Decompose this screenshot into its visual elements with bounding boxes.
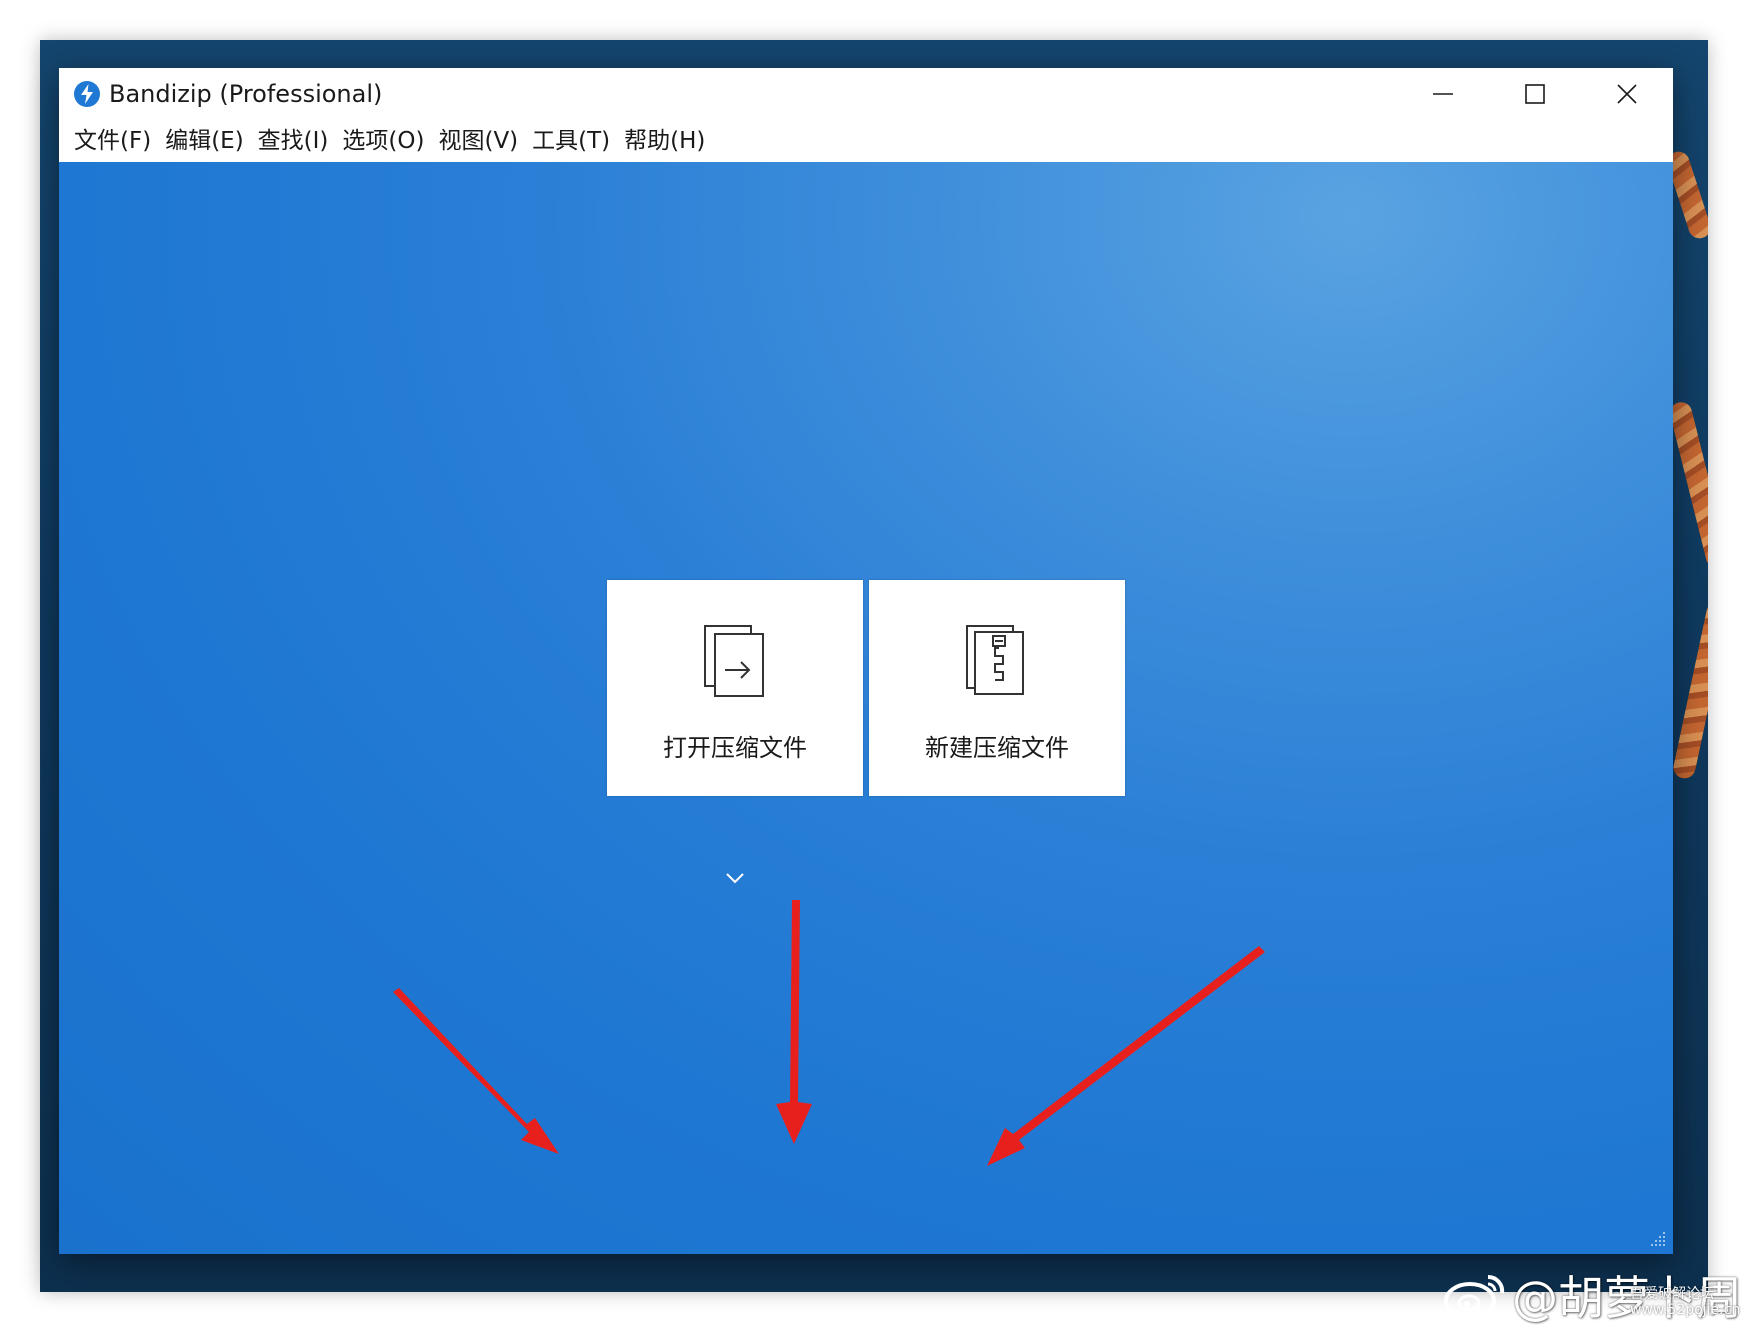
maximize-icon xyxy=(1525,84,1545,104)
red-arrow-icon xyxy=(393,900,1265,1166)
weibo-logo-icon xyxy=(1444,1274,1505,1320)
coral-decoration xyxy=(1671,599,1708,781)
site-watermark-name: 吾爱破解论坛 xyxy=(1630,1286,1714,1302)
menu-find[interactable]: 查找(I) xyxy=(251,123,336,159)
minimize-button[interactable] xyxy=(1397,68,1489,120)
minimize-icon xyxy=(1433,93,1453,95)
menu-options[interactable]: 选项(O) xyxy=(335,123,431,159)
site-watermark-url: www.52pojie.cn xyxy=(1630,1302,1741,1318)
window-title: Bandizip (Professional) xyxy=(109,80,383,108)
menu-bar: 文件(F) 编辑(E) 查找(I) 选项(O) 视图(V) 工具(T) 帮助(H… xyxy=(59,120,1673,162)
bandizip-logo-icon xyxy=(74,81,100,107)
close-icon xyxy=(1617,84,1637,104)
menu-help[interactable]: 帮助(H) xyxy=(617,123,712,159)
screenshot-page: Bandizip (Professional) 文件(F) 编辑(E) 查找(I… xyxy=(0,0,1748,1332)
close-button[interactable] xyxy=(1581,68,1673,120)
menu-view[interactable]: 视图(V) xyxy=(431,123,525,159)
site-watermark: 吾爱破解论坛 www.52pojie.cn xyxy=(1630,1286,1740,1318)
title-bar[interactable]: Bandizip (Professional) xyxy=(59,68,1673,120)
menu-tools[interactable]: 工具(T) xyxy=(525,123,617,159)
menu-edit[interactable]: 编辑(E) xyxy=(158,123,250,159)
coral-decoration xyxy=(1667,399,1708,571)
main-content-area: 打开压缩文件 新建压缩文件 xyxy=(59,162,1673,1254)
menu-file[interactable]: 文件(F) xyxy=(67,123,158,159)
maximize-button[interactable] xyxy=(1489,68,1581,120)
resize-grip-icon[interactable] xyxy=(1647,1228,1667,1248)
bandizip-window: Bandizip (Professional) 文件(F) 编辑(E) 查找(I… xyxy=(59,68,1673,1254)
